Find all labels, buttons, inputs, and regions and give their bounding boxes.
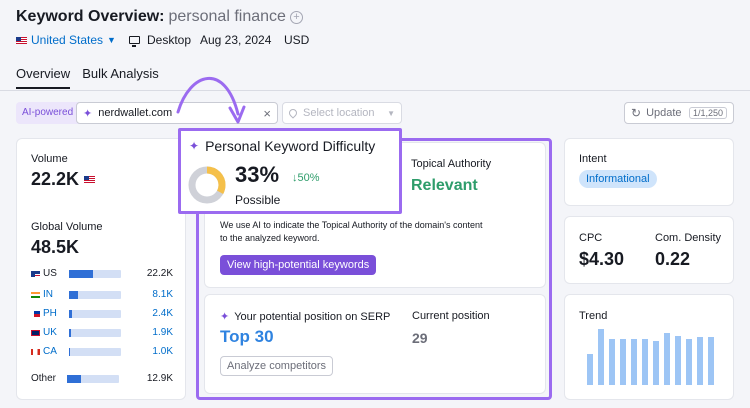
sparkle-icon: ✦ — [83, 107, 93, 120]
tab-bar: Overview Bulk Analysis — [16, 66, 159, 89]
volume-bar-fill — [69, 309, 72, 318]
volume-bar-fill — [69, 328, 72, 337]
global-volume-label: Global Volume — [31, 221, 103, 233]
intent-label: Intent — [579, 153, 607, 165]
trend-bar — [653, 341, 659, 385]
cpc-card: CPC $4.30 Com. Density 0.22 — [564, 216, 734, 284]
trend-bar — [587, 354, 593, 385]
device-selector[interactable]: Desktop — [129, 33, 191, 47]
country-row-uk[interactable]: UK 1.9K — [31, 327, 173, 338]
topical-authority-value: Relevant — [411, 177, 478, 194]
sparkle-icon: ✦ — [220, 311, 230, 323]
trend-bar — [598, 329, 604, 385]
add-icon[interactable]: + — [289, 11, 303, 24]
current-position-value: 29 — [412, 330, 428, 346]
personal-keyword-difficulty-card: ✦ Personal Keyword Difficulty 33% ↓50% P… — [178, 128, 402, 214]
location-pin-icon — [287, 107, 299, 119]
sparkle-icon: ✦ — [189, 139, 200, 153]
country-row-us: US 22.2K — [31, 268, 173, 279]
philippines-flag-icon — [31, 310, 40, 317]
trend-bar — [620, 338, 626, 385]
page-title: Keyword Overview: personal finance + — [16, 8, 303, 26]
country-row-in[interactable]: IN 8.1K — [31, 289, 173, 300]
volume-card: Volume 22.2K Global Volume 48.5K US 22.2… — [16, 138, 186, 400]
trend-bar — [697, 337, 703, 385]
difficulty-gauge — [188, 166, 226, 204]
us-flag-icon — [84, 176, 96, 183]
volume-bar-fill — [69, 347, 71, 356]
country-row-ca[interactable]: CA 1.0K — [31, 346, 173, 357]
volume-bar-fill — [69, 269, 93, 278]
cpc-value: $4.30 — [579, 249, 625, 269]
intent-badge: Informational — [579, 170, 657, 188]
trend-label: Trend — [579, 310, 608, 322]
currency-selector[interactable]: USD — [284, 33, 309, 47]
volume-bar-fill — [69, 290, 78, 299]
trend-bar — [642, 338, 648, 385]
trend-card: Trend — [564, 294, 734, 400]
desktop-icon — [129, 36, 140, 47]
volume-bar-fill — [67, 374, 82, 383]
serp-position-label: ✦ Your potential position on SERP — [220, 310, 391, 324]
domain-value: nerdwallet.com — [98, 107, 173, 119]
chevron-down-icon: ▼ — [387, 108, 395, 118]
date-selector[interactable]: Aug 23, 2024 — [200, 33, 271, 47]
intent-card: Intent Informational — [564, 138, 734, 206]
tab-divider — [0, 90, 750, 91]
country-row-other: Other 12.9K — [31, 373, 173, 384]
pkd-title: ✦ Personal Keyword Difficulty — [189, 138, 376, 154]
pkd-change: ↓50% — [292, 172, 320, 184]
tab-bulk-analysis[interactable]: Bulk Analysis — [82, 66, 159, 89]
canada-flag-icon — [31, 348, 40, 355]
topical-authority-label: Topical Authority — [411, 158, 492, 170]
annotation-arrow — [176, 77, 246, 124]
trend-bar — [675, 335, 681, 385]
uk-flag-icon — [31, 329, 40, 336]
view-high-potential-keywords-button[interactable]: View high-potential keywords — [220, 255, 377, 275]
trend-bar — [708, 337, 714, 385]
serp-position-card: ✦ Your potential position on SERP Top 30… — [204, 294, 546, 394]
clear-icon[interactable]: × — [263, 106, 271, 121]
chevron-down-icon: ▼ — [107, 35, 116, 45]
keyword-text: personal finance — [168, 8, 286, 25]
trend-bar — [686, 338, 692, 385]
ai-powered-badge: AI-powered — [16, 102, 80, 124]
country-selector[interactable]: United States ▼ — [16, 33, 116, 47]
us-flag-icon — [31, 270, 40, 277]
location-select[interactable]: Select location ▼ — [282, 102, 402, 124]
update-button[interactable]: ↻ Update 1/1,250 — [624, 102, 734, 124]
country-row-ph[interactable]: PH 2.4K — [31, 308, 173, 319]
trend-bar — [631, 338, 637, 385]
topical-authority-description: We use AI to indicate the Topical Author… — [220, 220, 483, 243]
pkd-label: Possible — [235, 193, 281, 207]
analyze-competitors-button[interactable]: Analyze competitors — [220, 356, 334, 376]
refresh-icon: ↻ — [631, 106, 642, 120]
global-volume-value: 48.5K — [31, 237, 80, 257]
cpc-label: CPC — [579, 232, 603, 244]
competitive-density-value: 0.22 — [655, 249, 691, 269]
trend-bar — [609, 338, 615, 385]
volume-label: Volume — [31, 153, 68, 165]
india-flag-icon — [31, 291, 40, 298]
serp-position-value: Top 30 — [220, 327, 274, 346]
pkd-value: 33% — [235, 162, 280, 187]
competitive-density-label: Com. Density — [655, 232, 722, 244]
volume-value: 22.2K — [31, 169, 96, 190]
current-position-label: Current position — [412, 310, 490, 322]
update-counter: 1/1,250 — [688, 107, 727, 119]
trend-bar — [664, 333, 670, 385]
tab-overview[interactable]: Overview — [16, 66, 71, 89]
us-flag-icon — [16, 36, 27, 44]
